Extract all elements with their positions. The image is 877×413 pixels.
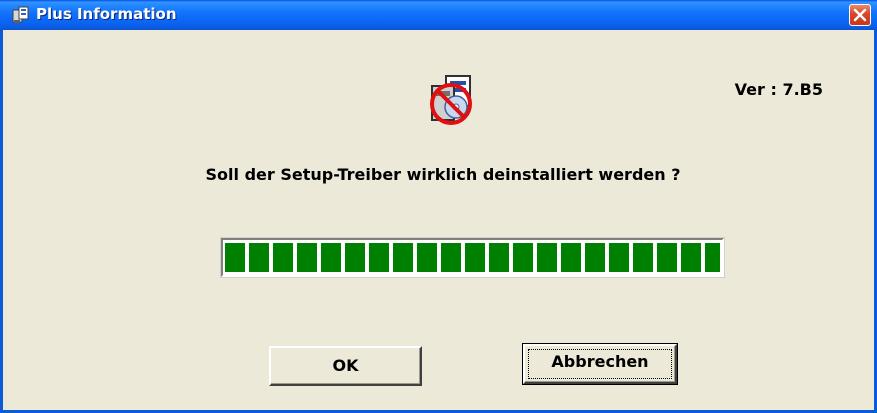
confirm-question: Soll der Setup-Treiber wirklich deinstal…: [205, 165, 681, 184]
setup-driver-icon: [12, 6, 30, 24]
cancel-button-label: Abbrechen: [551, 352, 649, 371]
progress-track: [225, 243, 720, 272]
cancel-button[interactable]: Abbrechen: [522, 343, 678, 385]
window-title: Plus Information: [36, 5, 177, 23]
progress-fill: [225, 243, 720, 272]
ok-button-label: OK: [332, 356, 359, 375]
version-label: Ver : 7.B5: [734, 80, 823, 99]
uninstall-driver-icon: [424, 73, 480, 129]
dialog-window: Plus Information Ver : 7.B5 Soll der Set…: [0, 0, 877, 413]
title-bar[interactable]: Plus Information: [0, 0, 877, 30]
close-button[interactable]: [849, 4, 871, 26]
ok-button[interactable]: OK: [269, 346, 422, 386]
close-x-icon: [853, 8, 867, 22]
progress-bar: [220, 237, 725, 278]
